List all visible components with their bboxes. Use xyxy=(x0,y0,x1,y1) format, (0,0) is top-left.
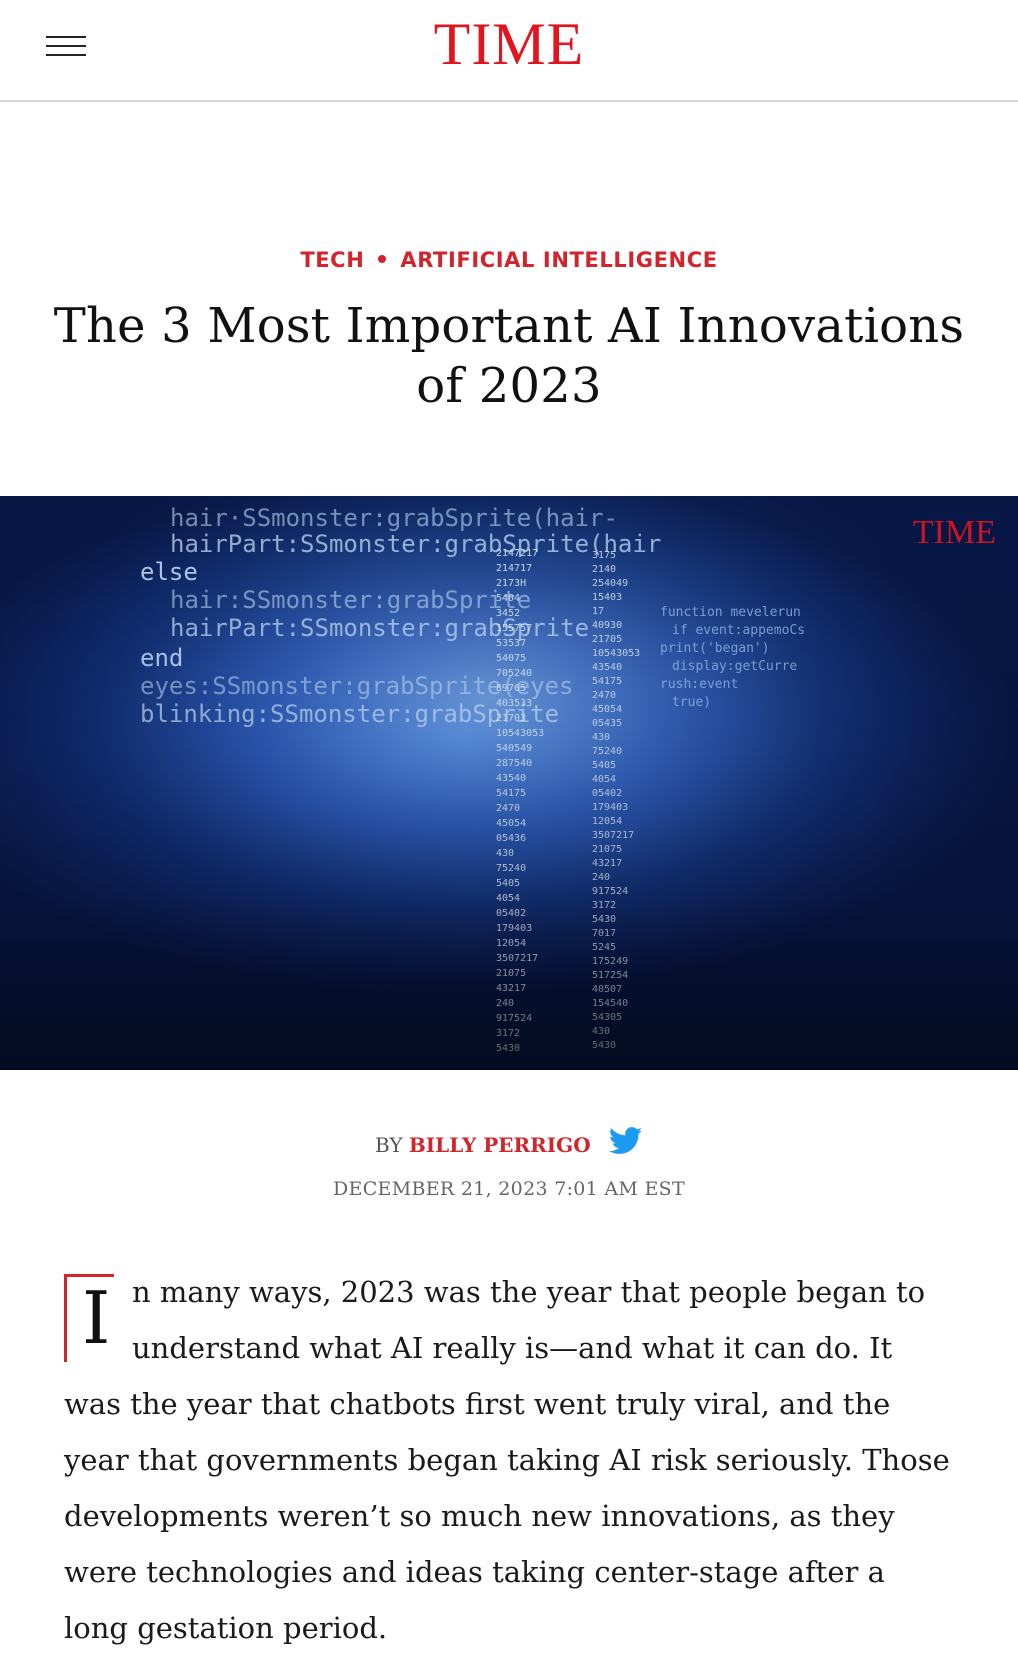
byline: BY BILLY PERRIGO xyxy=(0,1127,1018,1163)
category-tech-link[interactable]: TECH xyxy=(300,248,364,272)
byline-by-label: BY xyxy=(374,1133,403,1157)
hero-image: hair·SSmonster:grabSprite(hair-hairPart:… xyxy=(0,496,1018,1070)
time-logo[interactable]: TIME xyxy=(0,14,1018,74)
article-body: I n many ways, 2023 was the year that pe… xyxy=(64,1264,954,1656)
drop-cap-letter: I xyxy=(82,1276,111,1360)
first-paragraph: n many ways, 2023 was the year that peop… xyxy=(64,1275,950,1645)
separator-dot xyxy=(378,255,387,263)
drop-cap: I xyxy=(64,1274,114,1362)
hero-code-artwork: hair·SSmonster:grabSprite(hair-hairPart:… xyxy=(0,496,1018,1070)
category-ai-link[interactable]: ARTIFICIAL INTELLIGENCE xyxy=(400,248,717,272)
site-header: TIME xyxy=(0,0,1018,102)
article-categories: TECH ARTIFICIAL INTELLIGENCE xyxy=(0,248,1018,272)
twitter-bird-icon[interactable] xyxy=(608,1127,643,1160)
hero-time-watermark: TIME xyxy=(912,514,996,551)
article-headline: The 3 Most Important AI Innovations of 2… xyxy=(53,298,965,414)
author-link[interactable]: BILLY PERRIGO xyxy=(409,1133,591,1157)
publish-date: DECEMBER 21, 2023 7:01 AM EST xyxy=(333,1178,685,1200)
